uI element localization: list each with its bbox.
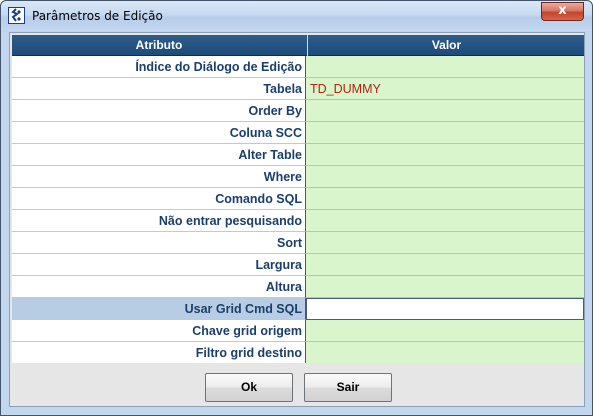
value-cell[interactable] <box>306 144 584 166</box>
attribute-cell: Coluna SCC <box>12 122 306 144</box>
close-button[interactable]: x <box>541 2 584 21</box>
button-bar: Ok Sair <box>12 363 584 406</box>
table-row[interactable]: Não entrar pesquisando <box>12 210 584 232</box>
value-cell[interactable] <box>306 276 584 298</box>
attribute-cell: Chave grid origem <box>12 320 306 342</box>
close-icon: x <box>558 3 567 18</box>
table-row[interactable]: Tabela TD_DUMMY <box>12 78 584 100</box>
attribute-cell: Largura <box>12 254 306 276</box>
window-title: Parâmetros de Edição <box>32 9 163 23</box>
value-cell[interactable] <box>306 56 584 78</box>
value-cell[interactable] <box>306 188 584 210</box>
value-cell[interactable] <box>306 232 584 254</box>
table-row[interactable]: Usar Grid Cmd SQL <box>12 298 584 320</box>
value-cell[interactable] <box>306 320 584 342</box>
table-row[interactable]: Alter Table <box>12 144 584 166</box>
table-row[interactable]: Chave grid origem <box>12 320 584 342</box>
exit-button[interactable]: Sair <box>304 373 392 402</box>
value-cell[interactable] <box>306 210 584 232</box>
value-cell[interactable] <box>306 342 584 364</box>
app-logo-icon <box>8 7 25 24</box>
value-cell[interactable] <box>306 166 584 188</box>
table-row[interactable]: Índice do Diálogo de Edição <box>12 56 584 78</box>
value-cell[interactable] <box>306 254 584 276</box>
attribute-cell: Altura <box>12 276 306 298</box>
value-cell[interactable]: TD_DUMMY <box>306 78 584 100</box>
attribute-cell: Comando SQL <box>12 188 306 210</box>
attribute-cell: Usar Grid Cmd SQL <box>12 298 306 320</box>
value-cell[interactable] <box>306 100 584 122</box>
table-row[interactable]: Coluna SCC <box>12 122 584 144</box>
dialog-window: Parâmetros de Edição x Atributo Valor Ín… <box>0 0 593 416</box>
table-row[interactable]: Largura <box>12 254 584 276</box>
column-header-atributo[interactable]: Atributo <box>12 35 306 56</box>
attribute-cell: Sort <box>12 232 306 254</box>
table-row[interactable]: Where <box>12 166 584 188</box>
value-cell[interactable] <box>306 298 584 320</box>
value-cell[interactable] <box>306 122 584 144</box>
attribute-cell: Tabela <box>12 78 306 100</box>
column-header-valor[interactable]: Valor <box>307 35 585 56</box>
attribute-cell: Filtro grid destino <box>12 342 306 364</box>
attribute-cell: Não entrar pesquisando <box>12 210 306 232</box>
ok-button[interactable]: Ok <box>205 373 293 402</box>
grid-header: Atributo Valor <box>12 35 584 56</box>
table-row[interactable]: Order By <box>12 100 584 122</box>
table-row[interactable]: Comando SQL <box>12 188 584 210</box>
attribute-cell: Alter Table <box>12 144 306 166</box>
attribute-cell: Order By <box>12 100 306 122</box>
table-row[interactable]: Sort <box>12 232 584 254</box>
attribute-cell: Índice do Diálogo de Edição <box>12 56 306 78</box>
table-row[interactable]: Altura <box>12 276 584 298</box>
attribute-cell: Where <box>12 166 306 188</box>
table-row[interactable]: Filtro grid destino <box>12 342 584 364</box>
title-bar[interactable]: Parâmetros de Edição x <box>1 1 592 31</box>
dialog-body: Atributo Valor Índice do Diálogo de Ediç… <box>9 32 585 407</box>
parameters-grid: Atributo Valor Índice do Diálogo de Ediç… <box>12 35 584 364</box>
